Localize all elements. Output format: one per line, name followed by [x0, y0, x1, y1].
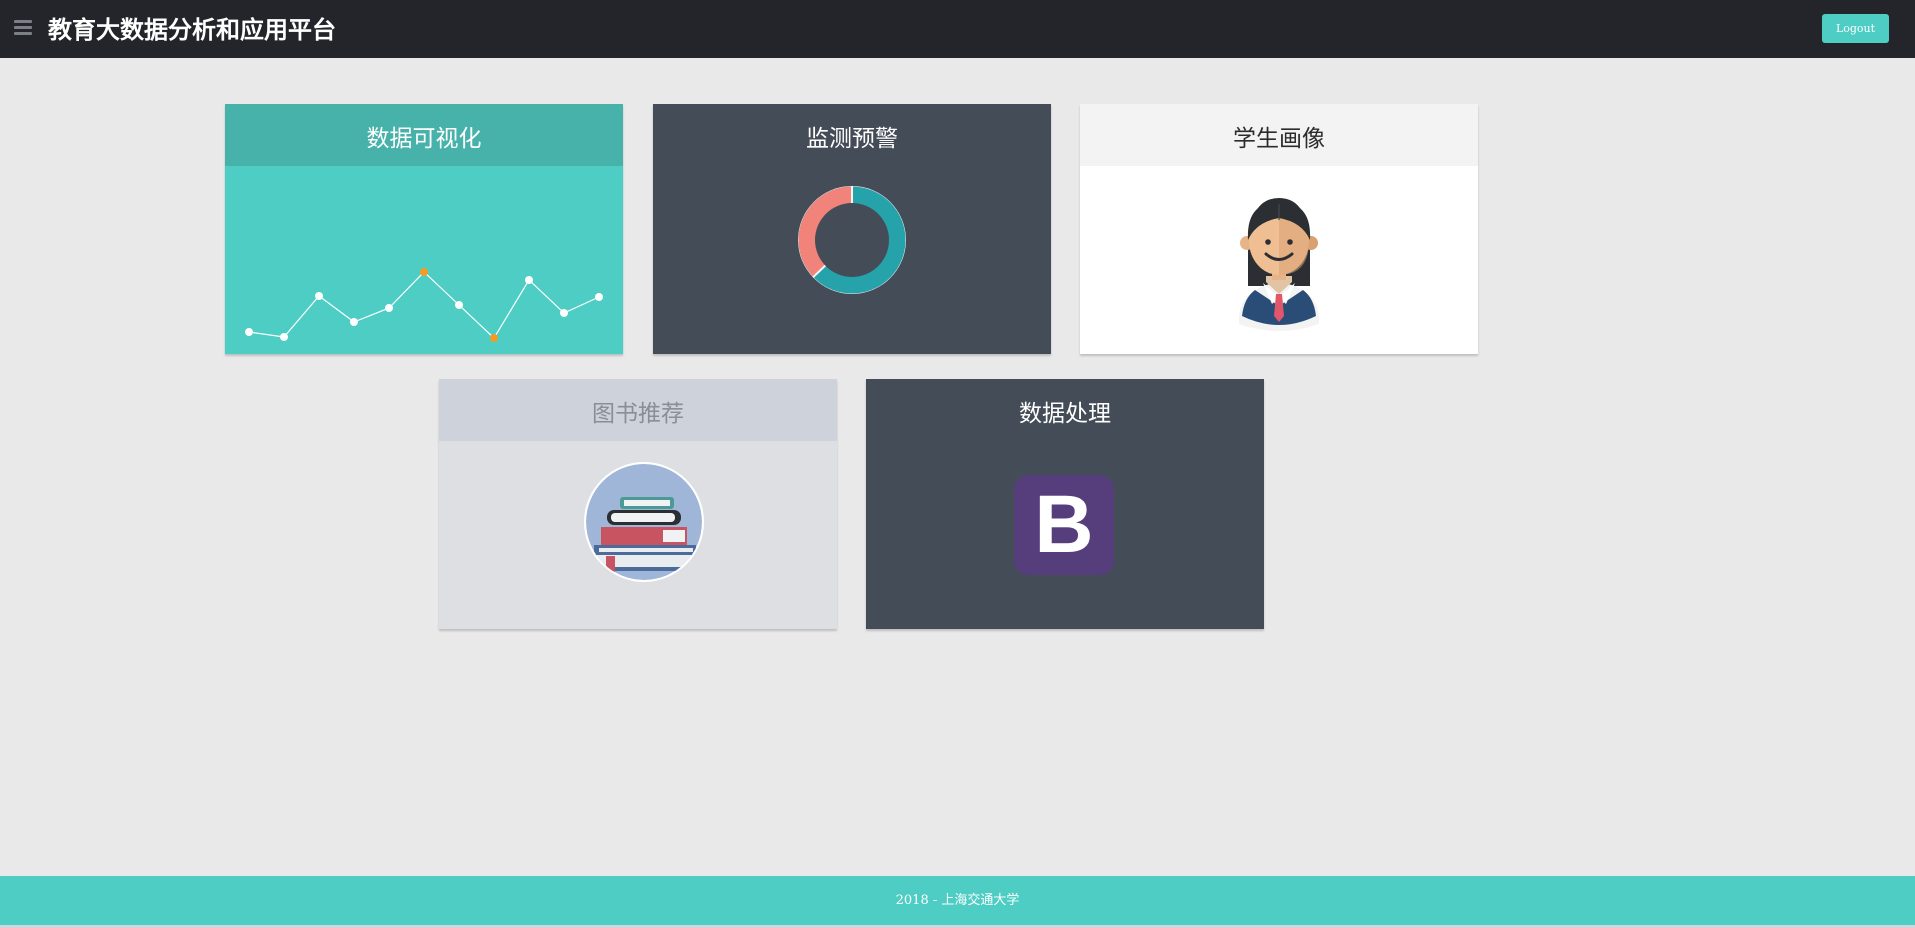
card-body — [225, 166, 623, 354]
line-chart-icon — [245, 268, 603, 342]
student-avatar-icon — [1239, 198, 1319, 331]
app-title: 教育大数据分析和应用平台 — [48, 15, 336, 44]
card-body: B — [866, 441, 1264, 629]
bootstrap-logo-icon: B — [1014, 475, 1114, 575]
card-body — [653, 166, 1051, 354]
card-title: 数据处理 — [866, 379, 1264, 441]
card-data-processing[interactable]: 数据处理 B — [866, 379, 1264, 629]
card-title: 学生画像 — [1080, 104, 1478, 166]
hamburger-menu-icon[interactable] — [14, 20, 32, 36]
card-title: 图书推荐 — [439, 379, 837, 441]
top-navbar: 教育大数据分析和应用平台 Logout — [0, 0, 1915, 58]
card-book-recommendation[interactable]: 图书推荐 — [439, 379, 837, 629]
book-stack-icon — [584, 462, 704, 582]
donut-chart-icon — [798, 186, 906, 294]
card-body — [1080, 166, 1478, 354]
card-data-visualization[interactable]: 数据可视化 — [225, 104, 623, 354]
card-student-profile[interactable]: 学生画像 — [1080, 104, 1478, 354]
card-title: 监测预警 — [653, 104, 1051, 166]
card-title: 数据可视化 — [225, 104, 623, 166]
card-body — [439, 441, 837, 629]
card-monitoring-warning[interactable]: 监测预警 — [653, 104, 1051, 354]
footer: 2018 - 上海交通大学 — [0, 876, 1915, 925]
logout-button[interactable]: Logout — [1822, 14, 1889, 43]
